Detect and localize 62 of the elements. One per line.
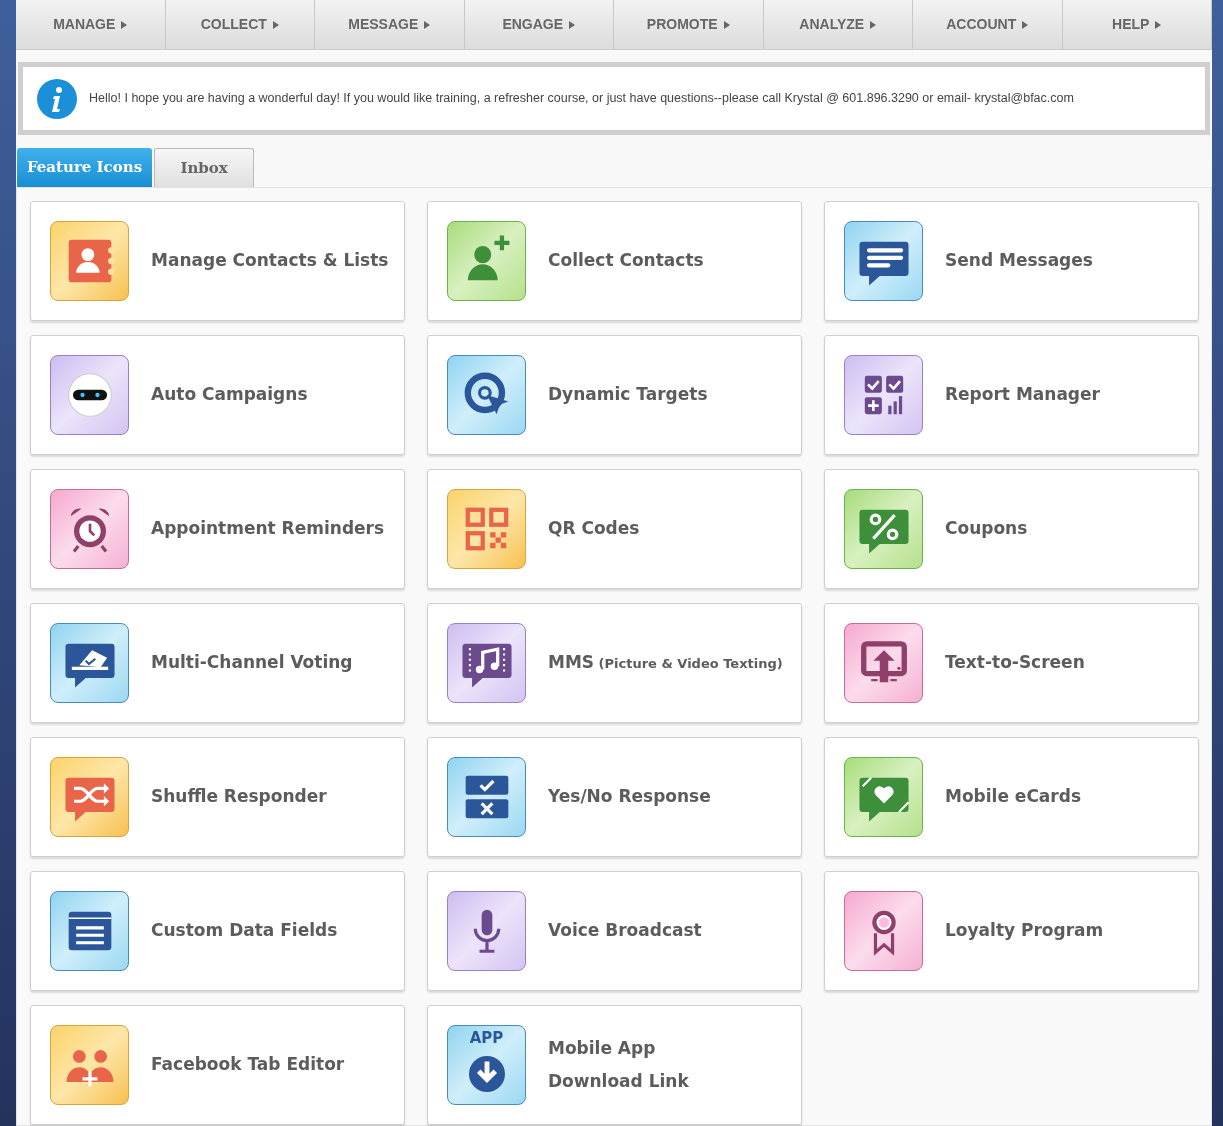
feature-card[interactable]: Coupons bbox=[824, 469, 1199, 589]
app-label: APP bbox=[468, 1031, 505, 1046]
caret-icon bbox=[1155, 20, 1162, 29]
nav-menu[interactable]: ENGAGE bbox=[464, 0, 614, 49]
feature-title: Dynamic Targets bbox=[548, 383, 708, 407]
feature-card[interactable]: Voice Broadcast bbox=[427, 871, 802, 991]
feature-title: Multi-Channel Voting bbox=[151, 651, 353, 675]
feature-title: Facebook Tab Editor bbox=[151, 1053, 345, 1077]
nav-menu[interactable]: MANAGE bbox=[16, 0, 166, 49]
nav-menu[interactable]: ACCOUNT bbox=[913, 0, 1063, 49]
feature-card[interactable]: Multi-Channel Voting bbox=[30, 603, 405, 723]
feature-title: Report Manager bbox=[945, 383, 1100, 407]
feature-card[interactable]: Loyalty Program bbox=[824, 871, 1199, 991]
feature-title: Voice Broadcast bbox=[548, 919, 702, 943]
feature-title: Yes/No Response bbox=[548, 785, 711, 809]
caret-icon bbox=[569, 20, 576, 29]
feature-card[interactable]: Facebook Tab Editor bbox=[30, 1005, 405, 1125]
feature-title: QR Codes bbox=[548, 517, 640, 541]
feature-card[interactable]: Auto Campaigns bbox=[30, 335, 405, 455]
caret-icon bbox=[121, 20, 128, 29]
nav-menu[interactable]: HELP bbox=[1062, 0, 1212, 49]
caret-icon bbox=[870, 20, 877, 29]
feature-card[interactable]: Yes/No Response bbox=[427, 737, 802, 857]
feature-title: Text-to-Screen bbox=[945, 651, 1085, 675]
feature-title: Custom Data Fields bbox=[151, 919, 338, 943]
tab[interactable]: Inbox bbox=[154, 148, 255, 187]
feature-card[interactable]: MMS (Picture & Video Texting) bbox=[427, 603, 802, 723]
feature-card[interactable]: Send Messages bbox=[824, 201, 1199, 321]
caret-icon bbox=[1022, 20, 1029, 29]
feature-card[interactable]: Manage Contacts & Lists bbox=[30, 201, 405, 321]
feature-title: Manage Contacts & Lists bbox=[151, 249, 389, 273]
feature-card[interactable]: Report Manager bbox=[824, 335, 1199, 455]
feature-title: Send Messages bbox=[945, 249, 1093, 273]
caret-icon bbox=[424, 20, 431, 29]
feature-title: Coupons bbox=[945, 517, 1028, 541]
feature-title: Mobile App bbox=[548, 1036, 657, 1060]
feature-title: Shuffle Responder bbox=[151, 785, 327, 809]
feature-title: Auto Campaigns bbox=[151, 383, 308, 407]
feature-card[interactable]: Dynamic Targets bbox=[427, 335, 802, 455]
info-icon bbox=[37, 78, 77, 119]
feature-title: Mobile eCards bbox=[945, 785, 1082, 809]
feature-card[interactable]: Mobile eCards bbox=[824, 737, 1199, 857]
download-icon bbox=[468, 1056, 505, 1092]
nav-menu[interactable]: ANALYZE bbox=[763, 0, 913, 49]
feature-card[interactable]: QR Codes bbox=[427, 469, 802, 589]
caret-icon bbox=[272, 20, 279, 29]
feature-title: Appointment Reminders bbox=[151, 517, 385, 541]
feature-card[interactable]: APP Mobile App Download Link bbox=[427, 1005, 802, 1125]
nav-menu[interactable]: PROMOTE bbox=[614, 0, 764, 49]
feature-card[interactable]: Custom Data Fields bbox=[30, 871, 405, 991]
nav-menu[interactable]: COLLECT bbox=[165, 0, 315, 49]
feature-title: Loyalty Program bbox=[945, 919, 1104, 943]
feature-title: Collect Contacts bbox=[548, 249, 704, 273]
feature-card[interactable]: Text-to-Screen bbox=[824, 603, 1199, 723]
feature-title: Download Link bbox=[548, 1070, 689, 1093]
caret-icon bbox=[723, 20, 730, 29]
nav-menu[interactable]: MESSAGE bbox=[315, 0, 465, 49]
feature-card[interactable]: Shuffle Responder bbox=[30, 737, 405, 857]
feature-card[interactable]: Appointment Reminders bbox=[30, 469, 405, 589]
feature-card[interactable]: Collect Contacts bbox=[427, 201, 802, 321]
feature-title: MMS (Picture & Video Texting) bbox=[548, 651, 783, 675]
notice-text: Hello! I hope you are having a wonderful day! If you would like training, a refresher course, or just have questions--please call Krystal @ 601.896.3290 or email- krystal@bfac.com bbox=[89, 90, 1074, 108]
